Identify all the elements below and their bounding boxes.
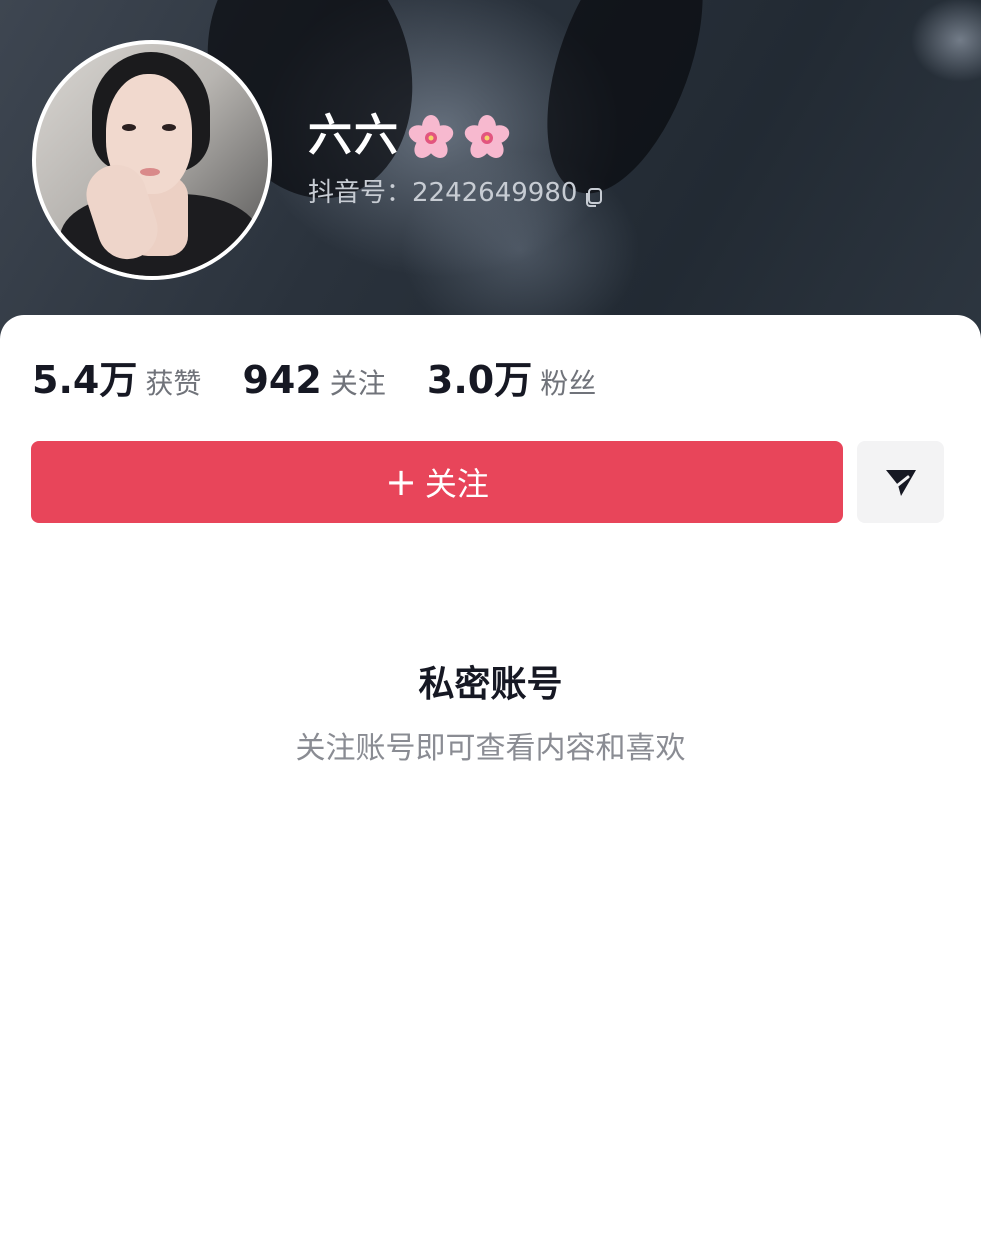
send-message-button[interactable] [857, 441, 944, 523]
private-account-title: 私密账号 [418, 664, 563, 705]
cherry-blossom-icon [462, 113, 512, 163]
stat-likes-label: 获赞 [145, 367, 202, 400]
follow-button[interactable]: + 关注 [31, 441, 843, 523]
stat-followers-value: 3.0万 [426, 358, 533, 402]
send-icon [886, 470, 916, 496]
cherry-blossom-icon [406, 113, 456, 163]
profile-name: 六六 [308, 108, 512, 164]
stats-row: 5.4万 获赞 942 关注 3.0万 粉丝 [32, 349, 632, 402]
stat-following-value: 942 [242, 358, 322, 402]
stat-likes-value: 5.4万 [32, 358, 138, 402]
stat-following[interactable]: 942 关注 [242, 358, 385, 402]
private-account-subtitle: 关注账号即可查看内容和喜欢 [295, 731, 686, 766]
profile-card: 5.4万 获赞 942 关注 3.0万 粉丝 + 关注 私密账号 关注账号即可查看内容和… [0, 315, 981, 1234]
douyin-id-row: 抖音号：2242649980 [308, 176, 605, 210]
stat-followers-label: 粉丝 [540, 367, 597, 400]
douyin-id-value: 2242649980 [412, 178, 578, 208]
profile-name-text: 六六 [308, 110, 400, 161]
plus-icon: + [385, 460, 417, 504]
profile-cover-image: 六六 抖音号：2242649980 [0, 0, 981, 345]
stat-likes[interactable]: 5.4万 获赞 [32, 349, 201, 404]
avatar[interactable] [32, 40, 272, 280]
copy-icon[interactable] [583, 183, 605, 207]
douyin-id-label: 抖音号： [308, 178, 413, 208]
follow-button-label: 关注 [424, 465, 489, 503]
stat-following-label: 关注 [329, 367, 386, 400]
stat-followers[interactable]: 3.0万 粉丝 [427, 349, 596, 404]
